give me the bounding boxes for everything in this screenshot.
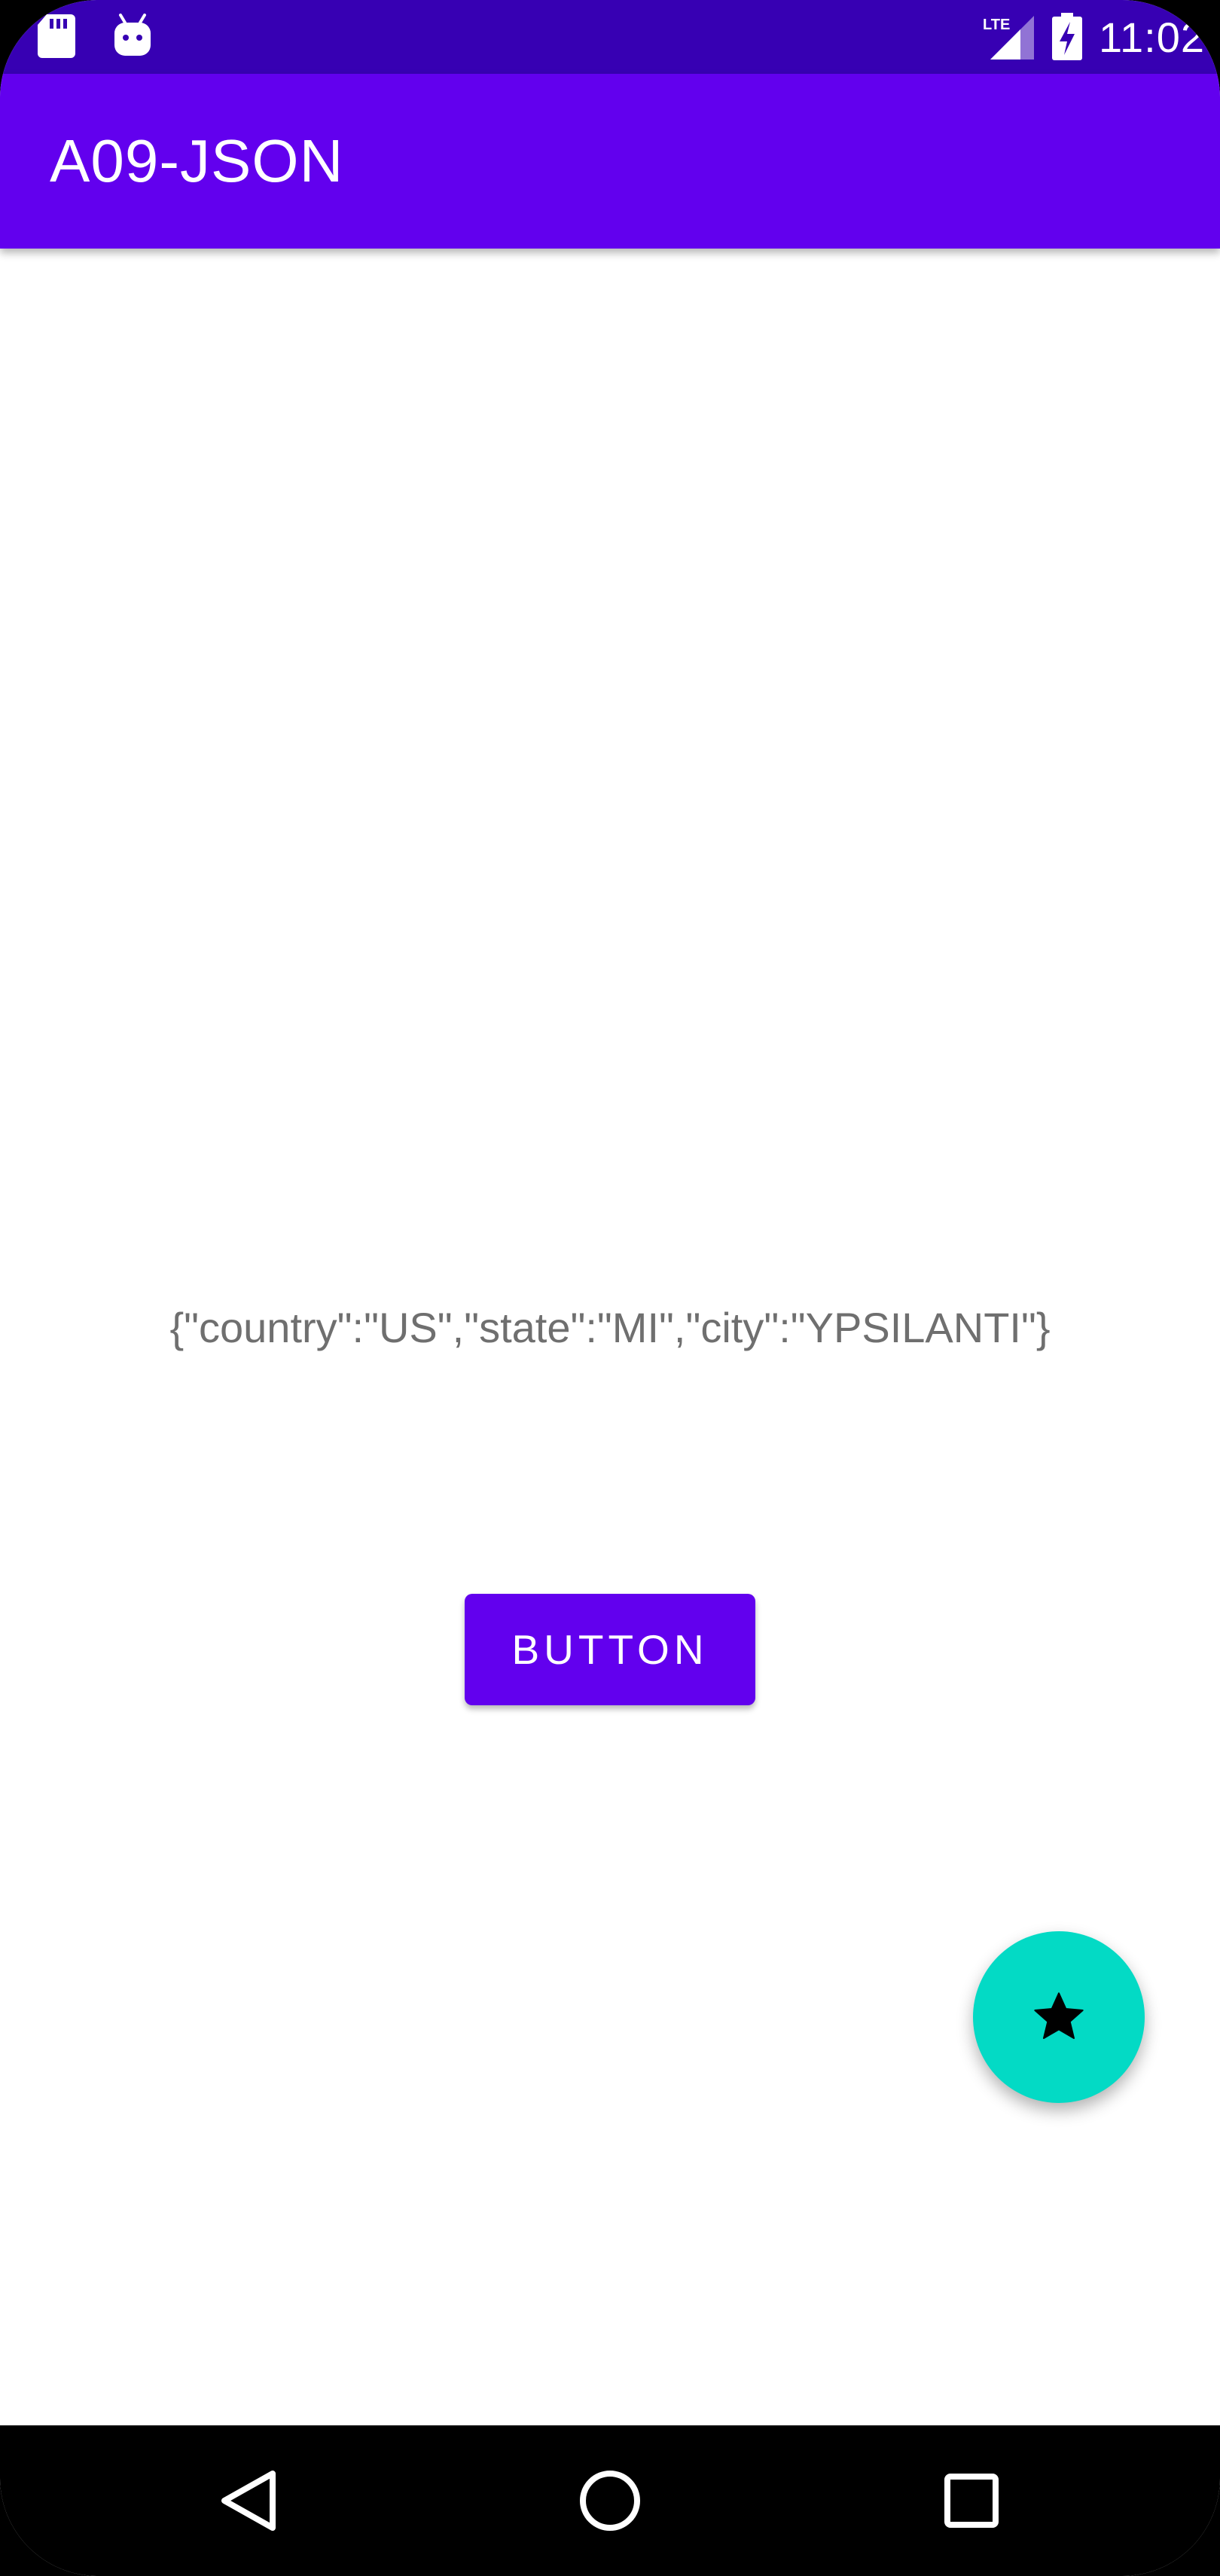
navigation-bar bbox=[0, 2425, 1220, 2576]
status-bar-left bbox=[36, 12, 154, 60]
sd-card-icon bbox=[36, 14, 77, 58]
status-bar-right: LTE 11:02 bbox=[981, 11, 1205, 63]
json-output-text: {"country":"US","state":"MI","city":"YPS… bbox=[169, 1304, 1051, 1351]
app-title: A09-JSON bbox=[50, 127, 344, 194]
back-icon bbox=[218, 2469, 279, 2532]
app-bar: A09-JSON bbox=[0, 74, 1220, 249]
star-icon bbox=[1029, 1987, 1089, 2047]
status-bar: LTE 11:02 bbox=[0, 0, 1220, 74]
main-button[interactable]: BUTTON bbox=[465, 1594, 755, 1705]
nav-recents-button[interactable] bbox=[896, 2425, 1047, 2576]
recents-icon bbox=[943, 2472, 1000, 2529]
battery-charging-icon bbox=[1051, 13, 1084, 61]
android-debug-icon bbox=[111, 14, 154, 59]
nav-back-button[interactable] bbox=[173, 2425, 324, 2576]
status-time: 11:02 bbox=[1099, 13, 1205, 61]
device-screen: LTE 11:02 A09-JSON {"country":"US","stat… bbox=[0, 0, 1220, 2576]
fab-star-button[interactable] bbox=[973, 1931, 1145, 2103]
nav-home-button[interactable] bbox=[535, 2425, 685, 2576]
main-button-label: BUTTON bbox=[511, 1626, 709, 1673]
lte-signal-icon: LTE bbox=[981, 13, 1035, 61]
home-icon bbox=[578, 2469, 642, 2532]
svg-text:LTE: LTE bbox=[983, 17, 1010, 33]
